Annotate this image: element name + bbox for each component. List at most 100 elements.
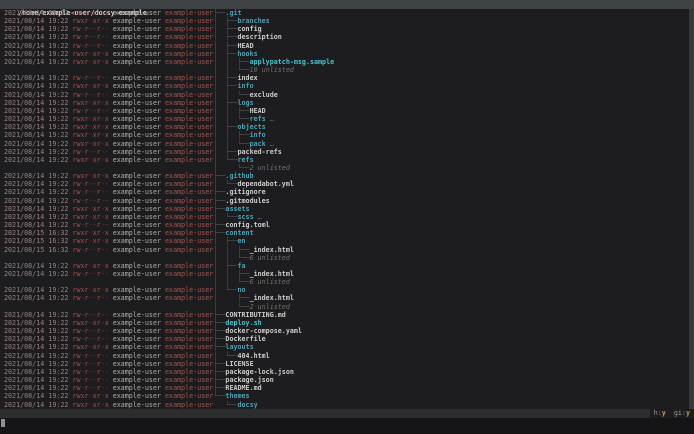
modified-date: 2021/08/14 19:22 [4, 115, 69, 124]
tree-row[interactable]: 2021/08/14 19:22 rwxr-xr-x example-user exa… [0, 99, 688, 107]
tree-row[interactable]: 2021/08/14 19:22 rw-r--r-- example-user exa… [0, 311, 688, 319]
tree-row[interactable]: 2021/08/14 19:22 rwxr-xr-x example-user exa… [0, 131, 688, 139]
entry-name: fa [237, 261, 246, 270]
entry-name: .github [225, 172, 254, 181]
tree-row[interactable]: 2021/08/14 19:22 rw-r--r-- example-user exa… [0, 352, 688, 360]
tree-row[interactable]: 2021/08/14 19:22 rw-r--r-- example-user exa… [0, 33, 688, 41]
tree-row[interactable]: 2021/08/14 19:22 rwxr-xr-x example-user exa… [0, 50, 688, 58]
branch-glyph: ├── [213, 384, 226, 393]
scrollbar[interactable] [689, 9, 694, 409]
tree-row[interactable]: 2021/08/14 19:22 rwxr-xr-x example-user exa… [0, 262, 688, 270]
owner: example-user [112, 286, 162, 295]
tree-row[interactable]: 2021/08/14 19:22 rwxr-xr-x example-user exa… [0, 9, 688, 17]
tree-row[interactable]: 2021/08/14 19:22 rw-r--r-- example-user exa… [0, 107, 688, 115]
permissions: rwxr-xr-x [72, 172, 109, 181]
branch-glyph: ├── [213, 196, 226, 205]
tree-row[interactable]: 2021/08/14 19:22 rwxr-xr-x example-user exa… [0, 343, 688, 351]
tree-row[interactable]: 2021/08/14 19:22 rw-r--r-- example-user exa… [0, 360, 688, 368]
modified-date: 2021/08/14 19:22 [4, 57, 69, 66]
tree-row[interactable]: 2021/08/14 19:22 rwxr-xr-x example-user exa… [0, 156, 688, 164]
tree-row[interactable]: 2021/08/14 19:22 rw-r--r-- example-user exa… [0, 335, 688, 343]
tree-row[interactable]: 2021/08/14 19:22 rw-r--r-- example-user exa… [0, 270, 688, 278]
tree-row[interactable]: 2021/08/14 19:22 rw-r--r-- example-user exa… [0, 376, 688, 384]
permissions: rw-r--r-- [72, 270, 109, 278]
tree-row[interactable]: 2021/08/14 19:22 rw-r--r-- example-user exa… [0, 368, 688, 376]
tree-row[interactable]: 2021/08/14 19:22 rwxr-xr-x example-user exa… [0, 401, 688, 409]
tree-row[interactable]: 2021/08/14 19:22 rwxr-xr-x example-user exa… [0, 58, 688, 66]
tree-row-unlisted[interactable]: │ │ └──10 unlisted [0, 66, 688, 74]
tree-row[interactable]: 2021/08/14 19:22 rw-r--r-- example-user exa… [0, 221, 688, 229]
permissions: rw-r--r-- [72, 90, 109, 99]
group: example-user [165, 286, 214, 295]
tree-row[interactable]: 2021/08/15 16:32 rwxr-xr-x example-user exa… [0, 237, 688, 245]
tree-row[interactable]: 2021/08/14 19:22 rwxr-xr-x example-user exa… [0, 172, 688, 180]
permissions: rwxr-xr-x [72, 82, 109, 91]
tree-row-unlisted[interactable]: │ │ └──6 unlisted [0, 278, 688, 286]
tree-row-unlisted[interactable]: │ │ └──6 unlisted [0, 254, 688, 262]
tree-row[interactable]: 2021/08/14 19:22 rw-r--r-- example-user exa… [0, 327, 688, 335]
tree-row[interactable]: 2021/08/14 19:22 rwxr-xr-x example-user exa… [0, 82, 688, 90]
search-input[interactable] [0, 418, 694, 434]
modified-date: 2021/08/14 19:22 [4, 204, 69, 213]
group: example-user [165, 41, 214, 50]
entry-name: description [237, 33, 282, 42]
branch-glyph: │ └── [213, 163, 250, 172]
tree-row[interactable]: 2021/08/14 19:22 rw-r--r-- example-user exa… [0, 384, 688, 392]
group: example-user [165, 318, 214, 327]
mode-flags: h:y gi:y [649, 409, 694, 418]
tree-row-unlisted[interactable]: │ └──2 unlisted [0, 164, 688, 172]
tree-row[interactable]: 2021/08/14 19:22 rwxr-xr-x example-user exa… [0, 392, 688, 400]
tree-row[interactable]: 2021/08/14 19:22 rwxr-xr-x example-user exa… [0, 17, 688, 25]
modified-date: 2021/08/15 16:32 [4, 245, 69, 254]
permissions: rwxr-xr-x [72, 212, 109, 221]
modified-date: 2021/08/14 19:22 [4, 147, 69, 156]
tree-row[interactable]: 2021/08/14 19:22 rwxr-xr-x example-user exa… [0, 115, 688, 123]
flag-label: gi: [673, 409, 686, 417]
owner: example-user [112, 123, 162, 132]
owner: example-user [112, 400, 162, 409]
permissions: rw-r--r-- [72, 335, 109, 344]
branch-glyph: │ └── [213, 351, 238, 360]
tree-row[interactable]: 2021/08/14 19:22 rwxr-xr-x example-user exa… [0, 140, 688, 148]
tree-row[interactable]: 2021/08/14 19:22 rw-r--r-- example-user exa… [0, 197, 688, 205]
flag-value: y [685, 409, 690, 417]
tree-row[interactable]: 2021/08/14 19:22 rw-r--r-- example-user exa… [0, 42, 688, 50]
tree-row[interactable]: 2021/08/14 19:22 rwxr-xr-x example-user exa… [0, 213, 688, 221]
owner: example-user [112, 17, 162, 26]
tree-row[interactable]: 2021/08/15 16:32 rwxr-xr-x example-user exa… [0, 229, 688, 237]
tree-row-unlisted[interactable]: │ └──2 unlisted [0, 303, 688, 311]
tree-row[interactable]: 2021/08/14 19:22 rw-r--r-- example-user exa… [0, 180, 688, 188]
branch-glyph: │ ├── [213, 123, 238, 132]
tree-row[interactable]: 2021/08/14 19:22 rw-r--r-- example-user exa… [0, 25, 688, 33]
owner: example-user [112, 261, 162, 270]
tree-row[interactable]: 2021/08/14 19:22 rwxr-xr-x example-user exa… [0, 286, 688, 294]
permissions: rw-r--r-- [72, 245, 109, 254]
branch-glyph: │ │ └── [213, 66, 250, 75]
tree-row[interactable]: 2021/08/14 19:22 rwxr-xr-x example-user exa… [0, 205, 688, 213]
tree-row[interactable]: 2021/08/14 19:22 rw-r--r-- example-user exa… [0, 91, 688, 99]
group: example-user [165, 392, 214, 401]
modified-date: 2021/08/15 16:32 [4, 237, 69, 246]
permissions: rwxr-xr-x [72, 286, 109, 295]
tree-row[interactable]: 2021/08/14 19:22 rwxr-xr-x example-user exa… [0, 319, 688, 327]
group: example-user [165, 49, 214, 58]
tree-row[interactable]: 2021/08/14 19:22 rw-r--r-- example-user exa… [0, 148, 688, 156]
text-cursor [1, 419, 5, 427]
tree-row[interactable]: 2021/08/14 19:22 rw-r--r-- example-user exa… [0, 74, 688, 82]
permissions: rw-r--r-- [72, 196, 109, 205]
owner: example-user [112, 25, 162, 34]
owner: example-user [112, 294, 162, 303]
tree-row[interactable]: 2021/08/14 19:22 rw-r--r-- example-user exa… [0, 294, 688, 302]
modified-date: 2021/08/14 19:22 [4, 270, 69, 278]
tree-row[interactable]: 2021/08/14 19:22 rwxr-xr-x example-user exa… [0, 123, 688, 131]
modified-date: 2021/08/14 19:22 [4, 294, 69, 303]
permissions: rwxr-xr-x [72, 400, 109, 409]
entry-name: info [237, 82, 254, 91]
entry-name: HEAD [249, 106, 266, 115]
tree-row[interactable]: 2021/08/15 16:32 rw-r--r-- example-user exa… [0, 246, 688, 254]
modified-date: 2021/08/14 19:22 [4, 98, 69, 107]
modified-date: 2021/08/14 19:22 [4, 261, 69, 270]
owner: example-user [112, 351, 162, 360]
tree-row[interactable]: 2021/08/14 19:22 rw-r--r-- example-user exa… [0, 188, 688, 196]
branch-glyph: │ ├── [213, 82, 238, 91]
